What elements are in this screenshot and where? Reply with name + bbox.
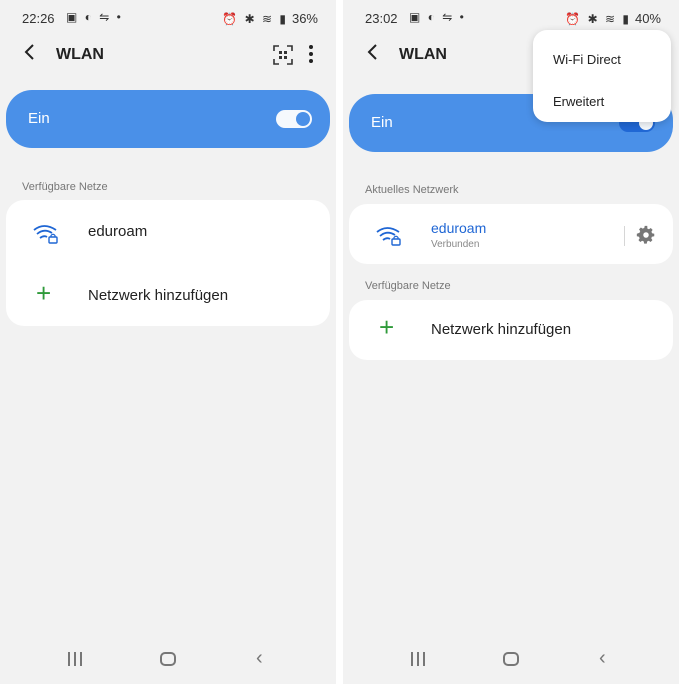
current-network-label: Aktuelles Netzwerk [365,184,459,196]
plus-icon: + [379,312,395,342]
available-networks-label: Verfügbare Netze [22,181,108,193]
current-network-status: Verbunden [431,239,480,250]
page-title: WLAN [56,46,104,63]
network-name: eduroam [88,223,148,240]
current-network-name: eduroam [431,220,487,236]
wifi-switch[interactable] [276,110,312,128]
chevron-left-icon [367,44,377,60]
back-icon[interactable]: ‹ [256,648,263,668]
page-title: WLAN [399,46,447,63]
status-time: 22:26 [22,11,55,26]
navigation-bar: ‹ [343,648,679,672]
navigation-bar: ‹ [0,648,336,672]
more-vert-icon [304,45,318,63]
recents-icon[interactable] [68,652,86,666]
menu-item-advanced[interactable]: Erweitert [553,94,604,109]
wifi-toggle-label: Ein [28,110,50,127]
status-right: ⏰ ✱ ≋ ▮ 40% [565,11,661,26]
status-right: ⏰ ✱ ≋ ▮ 36% [222,11,318,26]
add-network-row[interactable]: + Netzwerk hinzufügen [6,268,330,324]
add-network-row[interactable]: + Netzwerk hinzufügen [349,302,673,358]
available-networks-label: Verfügbare Netze [365,280,451,292]
qr-scan-icon [273,45,293,65]
qr-scan-button[interactable] [272,44,294,66]
menu-item-wifi-direct[interactable]: Wi-Fi Direct [553,52,621,67]
available-networks-card: + Netzwerk hinzufügen [349,300,673,360]
wifi-toggle-label: Ein [371,114,393,131]
phone-screen-right: 23:02 ▣ ◐ ⇋ • ⏰ ✱ ≋ ▮ 40% WLAN Ein Wi-Fi … [343,0,679,684]
gear-icon[interactable] [635,224,657,246]
current-network-card[interactable]: eduroam Verbunden [349,204,673,264]
add-network-label: Netzwerk hinzufügen [431,321,572,338]
phone-screen-left: 22:26 ▣ ◐ ⇋ • ⏰ ✱ ≋ ▮ 36% WLAN Ein Verfüg… [0,0,336,684]
network-row-eduroam[interactable]: eduroam [6,204,330,260]
status-icons: ⏰ ✱ ≋ ▮ [565,12,631,26]
battery-level: 36% [291,11,318,26]
recents-icon[interactable] [411,652,429,666]
plus-icon: + [36,278,52,308]
available-networks-card: eduroam + Netzwerk hinzufügen [6,200,330,326]
back-icon[interactable]: ‹ [599,648,606,668]
chevron-left-icon [24,44,34,60]
notification-icons: ▣ ◐ ⇋ • [66,10,123,24]
status-bar: 22:26 ▣ ◐ ⇋ • ⏰ ✱ ≋ ▮ 36% [0,8,336,28]
current-network-row[interactable]: eduroam Verbunden [349,206,673,262]
battery-level: 40% [634,11,661,26]
notification-icons: ▣ ◐ ⇋ • [409,10,466,24]
overflow-menu: Wi-Fi Direct Erweitert [533,30,671,122]
status-bar: 23:02 ▣ ◐ ⇋ • ⏰ ✱ ≋ ▮ 40% [343,8,679,28]
wifi-lock-icon [33,225,58,244]
app-bar: WLAN [0,38,336,72]
back-button[interactable] [361,42,385,66]
wifi-lock-icon [376,227,401,246]
home-icon[interactable] [160,652,176,666]
add-network-label: Netzwerk hinzufügen [88,287,229,304]
back-button[interactable] [18,42,42,66]
divider [624,226,625,246]
status-time: 23:02 [365,11,398,26]
wifi-toggle-bar[interactable]: Ein [6,90,330,148]
status-icons: ⏰ ✱ ≋ ▮ [222,12,288,26]
home-icon[interactable] [503,652,519,666]
switch-knob [296,112,310,126]
more-options-button[interactable] [304,43,318,67]
